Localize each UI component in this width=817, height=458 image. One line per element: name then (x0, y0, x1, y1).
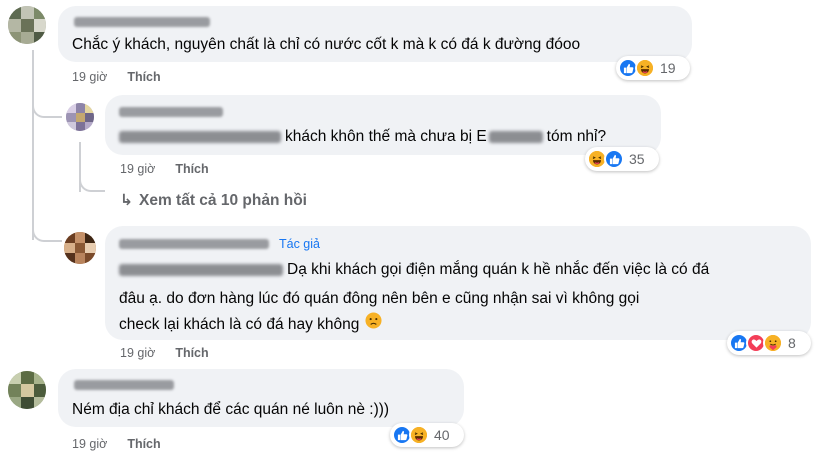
avatar[interactable] (64, 232, 96, 264)
reaction-count: 35 (629, 151, 645, 167)
thread-line-main (32, 50, 34, 240)
like-button[interactable]: Thích (127, 70, 160, 84)
reply-text-line3-container: check lại khách là có đá hay không (119, 310, 382, 339)
reply-text-line3: check lại khách là có đá hay không (119, 316, 360, 333)
reaction-summary[interactable]: 40 (390, 423, 464, 447)
avatar[interactable] (66, 103, 94, 131)
reply-bubble: khách khôn thế mà chưa bị E tóm nhỉ? (105, 95, 661, 155)
reaction-summary[interactable]: 35 (585, 147, 659, 171)
reply-arrow-icon: ↳ (120, 192, 133, 209)
comment-bubble: Chắc ý khách, nguyên chất là chỉ có nước… (58, 6, 692, 62)
reply-text: Dạ khi khách gọi điện mắng quán k hề nhắ… (119, 255, 709, 284)
reaction-summary[interactable]: 19 (616, 56, 690, 80)
author-badge: Tác giả (279, 237, 320, 251)
haha-icon (409, 425, 429, 445)
reply-text-main: khách khôn thế mà chưa bị E (285, 128, 487, 145)
avatar[interactable] (8, 6, 46, 44)
reaction-summary[interactable]: 8 (727, 331, 811, 355)
reaction-count: 19 (660, 60, 676, 76)
comment-bubble: Ném địa chỉ khách để các quán né luôn nè… (58, 369, 464, 427)
author-name-redacted[interactable] (119, 239, 269, 249)
thread-curve-reply-1 (32, 96, 62, 118)
sad-emoji-icon (365, 310, 382, 339)
reply-bubble: Tác giả Dạ khi khách gọi điện mắng quán … (105, 226, 811, 340)
see-all-replies-label: Xem tất cả 10 phản hồi (139, 192, 307, 209)
author-header: Tác giả (119, 237, 320, 251)
reply-actions: 19 giờ Thích (120, 162, 209, 176)
comment-time[interactable]: 19 giờ (120, 346, 155, 360)
comment-actions: 19 giờ Thích (72, 437, 161, 451)
mentioned-name-redacted[interactable] (119, 263, 283, 276)
comment-time[interactable]: 19 giờ (72, 70, 107, 84)
comment-text: Chắc ý khách, nguyên chất là chỉ có nước… (72, 36, 581, 53)
author-name-redacted[interactable] (74, 17, 210, 27)
author-name-redacted[interactable] (119, 107, 223, 117)
comment-actions: 19 giờ Thích (72, 70, 161, 84)
reply-text: khách khôn thế mà chưa bị E tóm nhỉ? (119, 122, 606, 151)
see-all-replies-link[interactable]: ↳ Xem tất cả 10 phản hồi (120, 191, 307, 210)
like-icon (604, 149, 624, 169)
like-button[interactable]: Thích (175, 162, 208, 176)
reply-text-line2: đâu ạ. do đơn hàng lúc đó quán đông nên … (119, 290, 640, 307)
reaction-count: 40 (434, 427, 450, 443)
comment-time[interactable]: 19 giờ (120, 162, 155, 176)
thread-curve-reply-2 (32, 220, 62, 242)
avatar[interactable] (8, 371, 46, 409)
reply-actions: 19 giờ Thích (120, 346, 209, 360)
haha-icon (635, 58, 655, 78)
mentioned-name-redacted[interactable] (119, 130, 281, 143)
brand-name-redacted (488, 130, 543, 143)
author-name-redacted[interactable] (74, 380, 174, 390)
reaction-count: 8 (788, 335, 796, 351)
comment-time[interactable]: 19 giờ (72, 437, 107, 451)
care-icon (763, 333, 783, 353)
thread-curve-see-all (79, 172, 105, 192)
reply-text-line1: Dạ khi khách gọi điện mắng quán k hề nhắ… (287, 261, 710, 278)
reply-text-tail: tóm nhỉ? (546, 128, 607, 145)
like-button[interactable]: Thích (175, 346, 208, 360)
comment-text: Ném địa chỉ khách để các quán né luôn nè… (72, 401, 390, 418)
like-button[interactable]: Thích (127, 437, 160, 451)
